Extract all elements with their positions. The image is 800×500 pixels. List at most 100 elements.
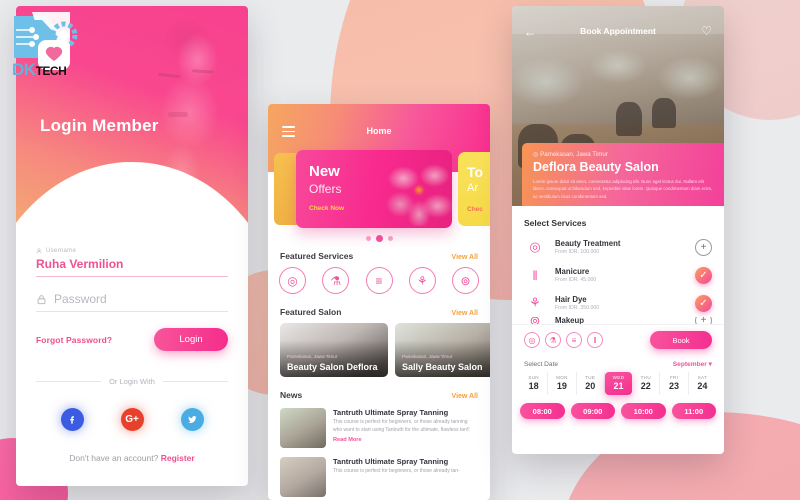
facial-mask-icon[interactable]: ◎: [279, 267, 306, 294]
promo-carousel[interactable]: New Offers Check Now To Ar Chec: [268, 150, 490, 228]
promo-next-cta[interactable]: Chec: [467, 206, 483, 213]
makeup-compact-icon[interactable]: ⊚: [452, 267, 479, 294]
promo-line1: New: [309, 163, 340, 180]
promo-cta[interactable]: Check Now: [309, 205, 344, 212]
password-underline: [36, 311, 228, 312]
day-of-week: SAT: [697, 375, 708, 380]
day-number: 20: [585, 381, 596, 391]
salon-location-row: ◎ Pamekasan, Jawa Timur: [533, 150, 608, 158]
icon-glyph: ⚗: [330, 273, 342, 288]
news-thumbnail: [280, 457, 326, 497]
book-appointment-screen-mockup: ← Book Appointment ♡ ◎ Pamekasan, Jawa T…: [512, 6, 724, 454]
carousel-dot-active[interactable]: [375, 235, 383, 242]
service-row[interactable]: ⚘ Hair Dye From IDR. 350.000 ✓: [512, 289, 724, 317]
username-label-row: Username: [36, 248, 228, 254]
google-plus-icon: G+: [125, 414, 139, 425]
icon-glyph: ◎: [529, 239, 541, 254]
news-item-desc: This course is perfect for beginners, or…: [333, 468, 460, 474]
nail-polish-icon[interactable]: ⚘: [408, 267, 436, 294]
date-cell-mon[interactable]: MON 19: [548, 372, 577, 395]
time-slot[interactable]: 10:00: [621, 403, 666, 419]
promo-card-new-offers[interactable]: New Offers Check Now: [296, 150, 452, 228]
time-slot[interactable]: 09:00: [570, 403, 615, 419]
date-cell-sat[interactable]: SAT 24: [689, 372, 716, 395]
day-of-week: THU: [640, 375, 651, 380]
featured-salon-view-all[interactable]: View All: [452, 310, 478, 317]
carousel-dot[interactable]: [365, 236, 371, 241]
home-title: Home: [366, 126, 392, 136]
icon-glyph: ◎: [287, 273, 298, 288]
carousel-dot[interactable]: [387, 236, 393, 241]
promo-next-line2: Ar: [467, 182, 478, 194]
facial-mask-icon[interactable]: ◎: [524, 332, 540, 348]
day-number: 23: [669, 381, 680, 391]
promo-next-line1: To: [467, 164, 484, 180]
icon-glyph: ‖: [532, 267, 538, 283]
featured-salon-list: Pamekasan, Jawa Timur Beauty Salon Deflo…: [268, 321, 490, 381]
lotion-bottles-icon[interactable]: ⚗: [322, 267, 350, 294]
signup-prompt-row: Don't have an account? Register: [36, 453, 228, 463]
nail-polish-icon[interactable]: ‖: [587, 332, 603, 348]
add-service-button[interactable]: +: [695, 317, 712, 324]
salon-location: Pamekasan, Jawa Timur: [402, 354, 453, 359]
day-of-week: WED: [612, 375, 625, 380]
login-form: Username Password Forgot Password? Login…: [16, 234, 248, 463]
date-cell-fri[interactable]: FRI 23: [660, 372, 689, 395]
facebook-login-button[interactable]: [60, 408, 84, 431]
page-title: Login Member: [40, 116, 159, 135]
register-link[interactable]: Register: [161, 453, 195, 463]
service-price: From IDR. 45.000: [555, 277, 597, 283]
salon-info-card: ◎ Pamekasan, Jawa Timur Deflora Beauty S…: [522, 142, 724, 206]
featured-services-view-all[interactable]: View All: [452, 254, 478, 261]
twitter-login-button[interactable]: [180, 408, 204, 431]
book-page-title: Book Appointment: [580, 26, 656, 36]
news-read-more-link[interactable]: Read More: [333, 437, 478, 443]
service-text: Beauty Treatment From IDR. 100.000: [555, 239, 686, 255]
login-actions: Forgot Password? Login: [36, 328, 228, 351]
date-cell-thu[interactable]: THU 22: [632, 372, 661, 395]
news-list-item[interactable]: Tantruth Ultimate Spray Tanning This cou…: [268, 453, 490, 500]
icon-glyph: ⚗: [549, 335, 557, 345]
service-selected-check-icon[interactable]: ✓: [695, 266, 712, 284]
salon-name: Deflora Beauty Salon: [533, 159, 659, 174]
logo-wordmark: DKTECH: [12, 60, 67, 80]
add-service-button[interactable]: +: [695, 238, 712, 256]
dk-tech-logo: DKTECH: [8, 10, 92, 88]
book-button[interactable]: Book: [650, 331, 712, 349]
salon-card[interactable]: Pamekasan, Jawa Timur Sally Beauty Salon: [395, 323, 490, 377]
social-login-row: G+: [36, 408, 228, 431]
logo-dk-text: DK: [12, 60, 36, 79]
day-of-week: MON: [556, 375, 568, 380]
news-view-all[interactable]: View All: [452, 393, 478, 400]
select-date-label: Select Date: [524, 360, 559, 368]
username-input[interactable]: [36, 255, 228, 276]
day-number: 24: [697, 381, 708, 391]
date-cell-sun[interactable]: SUN 18: [520, 372, 549, 395]
facial-mask-icon: ◎: [524, 236, 546, 258]
password-row[interactable]: Password: [36, 281, 228, 311]
service-selected-check-icon[interactable]: ✓: [695, 294, 712, 312]
username-label: Username: [46, 248, 77, 254]
google-plus-login-button[interactable]: G+: [120, 408, 144, 431]
time-slot[interactable]: 11:00: [671, 403, 716, 419]
lotion-bottles-icon[interactable]: ⚗: [545, 332, 561, 348]
time-slot[interactable]: 08:00: [520, 403, 565, 419]
forgot-password-link[interactable]: Forgot Password?: [36, 335, 112, 345]
service-row[interactable]: ◎ Beauty Treatment From IDR. 100.000 +: [512, 233, 724, 261]
service-price: From IDR. 100.000: [555, 249, 600, 255]
salon-card[interactable]: Pamekasan, Jawa Timur Beauty Salon Deflo…: [280, 323, 388, 377]
day-of-week: FRI: [669, 375, 679, 380]
towel-stack-icon[interactable]: ≡: [365, 267, 393, 294]
service-row-partial[interactable]: ⊚ Makeup +: [512, 317, 724, 324]
promo-card-next[interactable]: To Ar Chec: [458, 152, 490, 226]
service-row[interactable]: ‖ Manicure From IDR. 45.000 ✓: [512, 261, 724, 289]
login-button[interactable]: Login: [154, 328, 228, 351]
date-cell-wed-selected[interactable]: WED 21: [604, 372, 633, 395]
date-cell-tue[interactable]: TUE 20: [577, 372, 605, 395]
date-picker-header: Select Date September ▾: [512, 354, 724, 372]
heart-icon[interactable]: ♡: [701, 25, 712, 37]
news-list-item[interactable]: Tantruth Ultimate Spray Tanning This cou…: [268, 404, 490, 453]
icon-glyph: ⚘: [416, 273, 428, 288]
month-selector[interactable]: September ▾: [673, 360, 712, 368]
towel-stack-icon[interactable]: ≡: [566, 332, 582, 348]
